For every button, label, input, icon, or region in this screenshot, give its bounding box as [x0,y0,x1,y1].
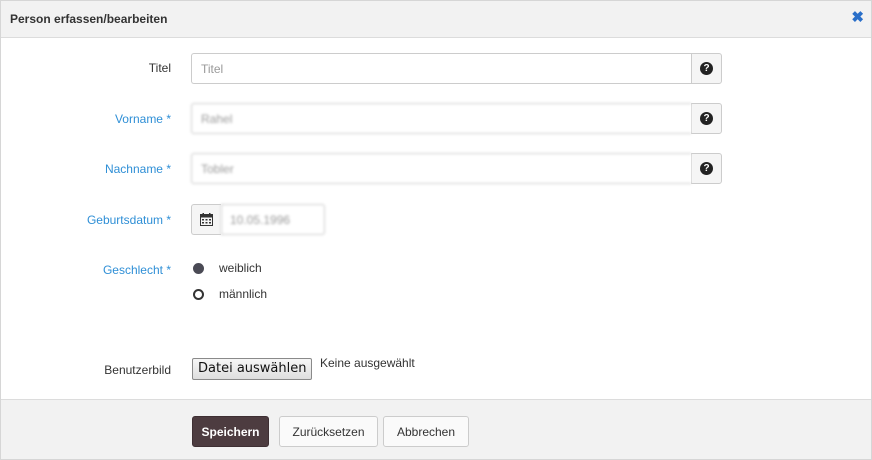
radio-maennlich-indicator[interactable] [193,288,204,300]
nachname-label: Nachname * [104,162,171,176]
vorname-label: Vorname * [114,112,171,126]
help-icon: ? [700,112,713,125]
file-select-button[interactable]: Datei auswählen [192,358,313,380]
nachname-input[interactable] [191,153,691,184]
help-icon: ? [700,62,713,75]
cancel-button[interactable]: Abbrechen [383,416,469,447]
help-icon: ? [700,162,713,175]
vorname-input[interactable] [191,103,691,134]
vorname-group: ? [191,103,722,134]
radio-weiblich-label: weiblich [219,261,262,275]
file-status: Keine ausgewählt [320,356,415,370]
geburtsdatum-input[interactable] [221,204,325,235]
dialog-header: Person erfassen/bearbeiten ✖ [1,1,871,38]
person-dialog: Person erfassen/bearbeiten ✖ Titel ? Vor… [0,0,872,460]
calendar-button[interactable] [191,204,221,235]
geschlecht-label: Geschlecht * [102,263,171,277]
titel-group: ? [191,53,722,84]
calendar-icon [200,213,213,226]
dialog-title: Person erfassen/bearbeiten [10,12,168,26]
radio-maennlich[interactable]: männlich [193,287,267,301]
nachname-help-button[interactable]: ? [691,153,722,184]
vorname-help-button[interactable]: ? [691,103,722,134]
geburtsdatum-group [191,204,325,235]
radio-maennlich-label: männlich [219,287,268,301]
titel-label: Titel [148,61,171,75]
titel-help-button[interactable]: ? [691,53,722,84]
titel-input[interactable] [191,53,691,84]
reset-button[interactable]: Zurücksetzen [279,416,378,447]
benutzerbild-label: Benutzerbild [104,363,171,377]
save-button[interactable]: Speichern [192,416,269,447]
radio-weiblich[interactable]: weiblich [193,261,262,275]
radio-weiblich-indicator[interactable] [193,262,204,274]
close-icon[interactable]: ✖ [851,10,864,26]
nachname-group: ? [191,153,722,184]
dialog-footer: Speichern Zurücksetzen Abbrechen [1,399,871,459]
geburtsdatum-label: Geburtsdatum * [86,213,171,227]
